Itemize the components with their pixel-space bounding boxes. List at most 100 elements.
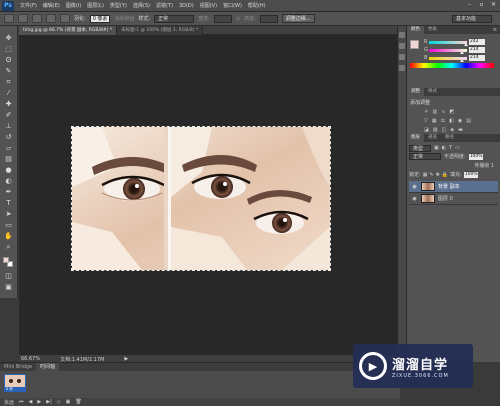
width-input[interactable]	[213, 14, 232, 23]
color-ramp[interactable]	[410, 63, 494, 68]
intersect-selection-icon[interactable]	[60, 14, 70, 23]
quick-mask-icon[interactable]: ◫	[3, 272, 14, 281]
prev-frame-icon[interactable]: ◀	[29, 399, 33, 405]
maximize-icon[interactable]: ▫	[477, 1, 486, 9]
swap-icon[interactable]: ⇄	[236, 16, 240, 22]
loop-select[interactable]: 永远	[4, 399, 14, 406]
menu-type[interactable]: 类型(Y)	[107, 2, 130, 9]
foreground-color-swatch[interactable]	[2, 257, 9, 263]
layer-row[interactable]: ◉ 图层 0	[409, 193, 498, 205]
paragraph-panel-icon[interactable]	[399, 65, 405, 71]
levels-icon[interactable]: ▥	[432, 109, 437, 115]
close-icon[interactable]: ✕	[489, 1, 498, 9]
layer-name[interactable]: 图层 0	[438, 195, 453, 202]
green-value[interactable]: 214	[469, 47, 485, 53]
tab-channels[interactable]: 通道	[424, 134, 441, 142]
filter-shape-icon[interactable]: ▭	[455, 145, 460, 151]
mixer-icon[interactable]: ▤	[466, 118, 471, 124]
move-tool-icon[interactable]: ✥	[3, 34, 14, 43]
menu-layer[interactable]: 图层(L)	[84, 2, 107, 9]
screen-mode-icon[interactable]: ▣	[3, 283, 14, 292]
menu-select[interactable]: 选择(S)	[130, 2, 153, 9]
fill-input[interactable]: 100%	[463, 171, 478, 178]
marquee-tool-preset-icon[interactable]	[4, 14, 14, 23]
lock-all-icon[interactable]: 🔒	[442, 172, 448, 178]
filter-type-icon[interactable]: T	[449, 145, 452, 151]
minimize-icon[interactable]: –	[465, 1, 474, 9]
path-select-tool-icon[interactable]: ➤	[3, 210, 14, 219]
layer-kind-select[interactable]: 类型	[409, 144, 431, 152]
brush-tool-icon[interactable]: ✐	[3, 111, 14, 120]
zoom-tool-icon[interactable]: ⌕	[3, 243, 14, 252]
color-balance-icon[interactable]: ⚖	[441, 118, 445, 124]
document-image[interactable]	[71, 126, 331, 271]
green-slider[interactable]	[429, 48, 467, 54]
pen-tool-icon[interactable]: ✒	[3, 188, 14, 197]
exposure-icon[interactable]: ◩	[449, 109, 454, 115]
invert-icon[interactable]: ◪	[424, 127, 429, 133]
history-brush-tool-icon[interactable]: ↺	[3, 133, 14, 142]
blur-tool-icon[interactable]: ●	[3, 166, 14, 175]
hue-icon[interactable]: ▦	[432, 118, 437, 124]
feather-input[interactable]: 0 像素	[89, 14, 111, 23]
fg-color-preview[interactable]	[410, 40, 419, 49]
blue-slider[interactable]	[429, 56, 467, 62]
dodge-tool-icon[interactable]: ◐	[3, 177, 14, 186]
eye-icon[interactable]: ◉	[411, 184, 418, 190]
menu-image[interactable]: 图像(I)	[63, 2, 84, 9]
tab-styles[interactable]: 样式	[424, 88, 441, 96]
menu-help[interactable]: 帮助(H)	[245, 2, 269, 9]
filter-pixel-icon[interactable]: ▣	[434, 145, 439, 151]
frame-delay[interactable]: 0 秒	[5, 387, 25, 391]
curves-icon[interactable]: ∿	[441, 109, 445, 115]
tab-document-2[interactable]: 未标题-1 @ 100% (图层 1, RGB/8) *	[117, 26, 204, 35]
tween-icon[interactable]: ◇	[57, 399, 61, 405]
tab-timeline[interactable]: 时间轴	[36, 363, 60, 371]
marquee-tool-icon[interactable]: ⬚	[3, 45, 14, 54]
filter-adjust-icon[interactable]: ◐	[442, 145, 446, 151]
propagate-checkbox[interactable]: 传播帧 1	[474, 162, 494, 169]
layer-name[interactable]: 背景 副本	[438, 183, 460, 190]
type-tool-icon[interactable]: T	[3, 199, 14, 208]
eye-icon[interactable]: ◉	[411, 196, 418, 202]
height-input[interactable]	[259, 14, 278, 23]
tab-layers[interactable]: 图层	[407, 134, 424, 142]
brightness-icon[interactable]: ☼	[424, 109, 428, 115]
tab-swatches[interactable]: 色板	[424, 26, 441, 34]
clone-stamp-tool-icon[interactable]: ⊥	[3, 122, 14, 131]
menu-edit[interactable]: 编辑(E)	[40, 2, 63, 9]
threshold-icon[interactable]: ◫	[441, 127, 446, 133]
lasso-tool-icon[interactable]: ʘ	[3, 56, 14, 65]
red-slider[interactable]	[429, 40, 468, 46]
hand-tool-icon[interactable]: ✋	[3, 232, 14, 241]
animation-frame[interactable]: 0 秒	[4, 374, 26, 392]
character-panel-icon[interactable]	[399, 54, 405, 60]
photo-filter-icon[interactable]: ◉	[458, 118, 462, 124]
duplicate-frame-icon[interactable]: ▣	[66, 399, 71, 405]
blend-mode-select[interactable]: 正常	[409, 153, 441, 160]
eyedropper-tool-icon[interactable]: ⁄	[3, 89, 14, 98]
tab-mini-bridge[interactable]: Mini Bridge	[0, 363, 36, 371]
antialias-checkbox[interactable]: 消除锯齿	[114, 15, 134, 22]
blue-value[interactable]: 214	[469, 55, 485, 61]
shape-tool-icon[interactable]: ▭	[3, 221, 14, 230]
bw-icon[interactable]: ◧	[449, 118, 454, 124]
tab-color[interactable]: 颜色	[407, 26, 424, 34]
play-icon[interactable]: ▶	[37, 399, 41, 405]
selective-color-icon[interactable]: ◈	[450, 127, 454, 133]
gradient-tool-icon[interactable]: ▤	[3, 155, 14, 164]
info-panel-icon[interactable]	[399, 43, 405, 49]
first-frame-icon[interactable]: ⏮	[19, 399, 24, 405]
workspace-select[interactable]: 基本功能	[452, 14, 492, 23]
lock-transparent-icon[interactable]: ▦	[423, 172, 428, 178]
menu-file[interactable]: 文件(F)	[17, 2, 40, 9]
posterize-icon[interactable]: ▨	[433, 127, 438, 133]
opacity-input[interactable]: 100%	[468, 153, 483, 160]
healing-brush-tool-icon[interactable]: ✚	[3, 100, 14, 109]
layer-row-selected[interactable]: ◉ 背景 副本	[409, 181, 498, 193]
menu-window[interactable]: 窗口(W)	[220, 2, 245, 9]
red-value[interactable]: 242	[469, 39, 485, 45]
lock-image-icon[interactable]: ✎	[429, 172, 433, 178]
tab-document-1[interactable]: timg.jpg @ 66.7% (背景 副本, RGB/8#) *	[19, 26, 118, 35]
lock-position-icon[interactable]: ✥	[436, 172, 440, 178]
